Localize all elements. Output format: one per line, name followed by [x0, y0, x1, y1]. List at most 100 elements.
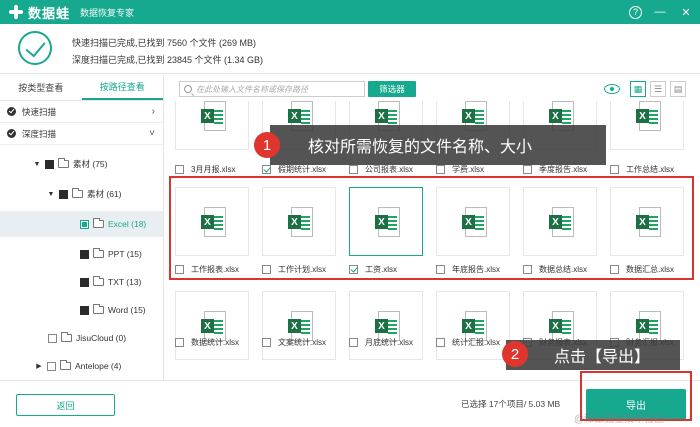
expand-arrow-icon[interactable]: ▼	[46, 191, 56, 198]
toolbar: 在此处输入文件名称或保存路径 筛选器 ▦ ☰ ▤	[165, 75, 700, 101]
tree-checkbox[interactable]	[80, 277, 89, 287]
chevron-right-icon[interactable]: ›	[152, 106, 155, 117]
tree-item-label: JisuCloud (0)	[76, 333, 127, 343]
file-item-label: 假期统计.xlsx	[262, 164, 346, 175]
tree-item-sucai-sub[interactable]: ▼ 素材 (61)	[0, 183, 163, 205]
file-thumbnail[interactable]: X	[436, 291, 510, 360]
tree-item-label: Excel (18)	[108, 219, 147, 229]
step1-number-badge: 1	[254, 132, 280, 158]
preview-eye-icon[interactable]	[604, 84, 620, 94]
tab-by-path[interactable]: 按路径查看	[81, 75, 163, 100]
left-panel: 按类型查看 按路径查看 快速扫描 › 深度扫描 ˅ ▼ 素材 (75) ▼ 素材…	[0, 75, 164, 380]
folder-icon	[93, 276, 104, 286]
file-thumbnail[interactable]: X	[349, 291, 423, 360]
file-item-label: 公司报表.xlsx	[349, 164, 433, 175]
tree-item-label: Word (15)	[108, 305, 146, 315]
file-thumbnail[interactable]: X	[175, 291, 249, 360]
expand-arrow-icon[interactable]: ▼	[32, 161, 42, 168]
file-name: 数据统计.xlsx	[191, 338, 239, 347]
tree-checkbox[interactable]	[80, 249, 89, 259]
file-checkbox[interactable]	[436, 165, 445, 174]
chevron-down-icon[interactable]: ˅	[149, 128, 155, 139]
check-icon	[7, 129, 16, 138]
file-item-label: 学费.xlsx	[436, 164, 520, 175]
tree-checkbox[interactable]	[48, 333, 57, 343]
folder-icon	[61, 332, 72, 342]
tree-item-sucai[interactable]: ▼ 素材 (75)	[0, 153, 163, 175]
tree-item-antelope[interactable]: ▶ Antelope (4)	[0, 355, 163, 377]
deep-scan-section[interactable]: 深度扫描 ˅	[0, 123, 163, 145]
file-checkbox[interactable]	[349, 338, 358, 347]
check-icon	[7, 107, 16, 116]
file-name: 学费.xlsx	[452, 165, 484, 174]
file-checkbox[interactable]	[523, 165, 532, 174]
file-checkbox[interactable]	[610, 165, 619, 174]
file-checkbox[interactable]	[349, 165, 358, 174]
tree-checkbox[interactable]	[59, 189, 68, 199]
app-name: 数据蛙	[28, 5, 71, 21]
file-name: 月底统计.xlsx	[365, 338, 413, 347]
tree-item-label: PPT (15)	[108, 249, 142, 259]
tree-item-word[interactable]: Word (15)	[0, 299, 163, 321]
watermark: @稀土掘金技术社区	[574, 414, 665, 425]
expand-arrow-icon[interactable]: ▶	[34, 362, 44, 370]
detail-view-icon[interactable]: ▤	[670, 81, 686, 97]
file-item-label: 工作总结.xlsx	[610, 164, 694, 175]
file-item-label: 月底统计.xlsx	[349, 337, 433, 348]
tree-checkbox[interactable]	[47, 361, 56, 371]
file-checkbox[interactable]	[262, 338, 271, 347]
tree-item-label: 素材 (61)	[87, 189, 122, 199]
file-thumbnail[interactable]: X	[175, 101, 249, 150]
file-item-label: 数据统计.xlsx	[175, 337, 259, 348]
back-button[interactable]: 返回	[16, 394, 115, 416]
tree-item-jisucloud[interactable]: JisuCloud (0)	[0, 327, 163, 349]
highlight-box-files	[169, 176, 694, 280]
callout-step1: 核对所需恢复的文件名称、大小	[270, 125, 606, 165]
folder-icon	[93, 218, 104, 228]
view-tabs: 按类型查看 按路径查看	[0, 75, 163, 101]
folder-icon	[93, 304, 104, 314]
list-view-icon[interactable]: ☰	[650, 81, 666, 97]
tree-item-label: TXT (13)	[108, 277, 142, 287]
step2-number-badge: 2	[502, 341, 528, 367]
callout-step2: 点击【导出】	[506, 340, 680, 370]
file-checkbox[interactable]	[262, 165, 271, 174]
folder-icon	[60, 360, 71, 370]
file-item-label: 3月月报.xlsx	[175, 164, 259, 175]
callout-step1-text: 核对所需恢复的文件名称、大小	[308, 139, 533, 156]
tree-item-excel[interactable]: Excel (18)	[0, 211, 163, 237]
help-icon[interactable]: ?	[629, 5, 642, 19]
deep-scan-label: 深度扫描	[22, 128, 57, 139]
file-thumbnail[interactable]: X	[610, 101, 684, 150]
tree-checkbox[interactable]	[80, 305, 89, 315]
file-item-label: 文案统计.xlsx	[262, 337, 346, 348]
file-checkbox[interactable]	[175, 165, 184, 174]
quick-scan-label: 快速扫描	[22, 106, 57, 117]
tree-item-label: Antelope (4)	[75, 361, 122, 371]
quick-scan-summary: 快速扫描已完成,已找到 7560 个文件 (269 MB)	[72, 38, 257, 48]
close-icon[interactable]: ✕	[678, 4, 694, 20]
file-name: 季度报告.xlsx	[539, 165, 587, 174]
tree-checkbox[interactable]	[80, 219, 89, 229]
tree-item-label: 素材 (75)	[73, 159, 108, 169]
tab-by-type[interactable]: 按类型查看	[0, 75, 82, 100]
app-logo: 数据蛙	[8, 3, 70, 22]
tree-item-txt[interactable]: TXT (13)	[0, 271, 163, 293]
grid-view-icon[interactable]: ▦	[630, 81, 646, 97]
app-subtitle: 数据恢复专家	[80, 7, 135, 18]
filter-button[interactable]: 筛选器	[368, 81, 416, 97]
tree-item-ppt[interactable]: PPT (15)	[0, 243, 163, 265]
selection-summary: 已选择 17个项目/ 5.03 MB	[461, 399, 561, 409]
file-name: 公司报表.xlsx	[365, 165, 413, 174]
callout-step2-text: 点击【导出】	[554, 349, 651, 366]
file-thumbnail[interactable]: X	[262, 291, 336, 360]
folder-icon	[93, 248, 104, 258]
minimize-icon[interactable]: —	[652, 4, 668, 20]
scan-summary: 快速扫描已完成,已找到 7560 个文件 (269 MB) 深度扫描已完成,已找…	[0, 24, 700, 74]
file-checkbox[interactable]	[436, 338, 445, 347]
file-checkbox[interactable]	[175, 338, 184, 347]
search-input[interactable]: 在此处输入文件名称或保存路径	[179, 81, 365, 97]
tree-checkbox[interactable]	[45, 159, 54, 169]
quick-scan-section[interactable]: 快速扫描 ›	[0, 101, 163, 123]
file-item-label: 季度报告.xlsx	[523, 164, 607, 175]
